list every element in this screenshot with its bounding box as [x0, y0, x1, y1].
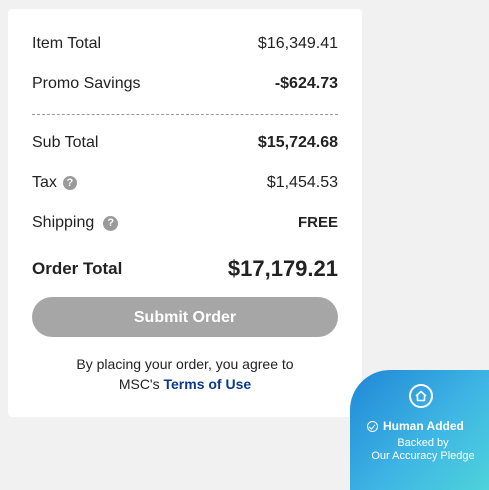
order-total-value: $17,179.21 — [227, 256, 338, 281]
accuracy-pledge-badge[interactable]: Human Added Backed by Our Accuracy Pledg… — [350, 370, 489, 490]
promo-savings-label: Promo Savings — [32, 75, 141, 92]
terms-of-use-link[interactable]: Terms of Use — [164, 376, 252, 392]
tax-label: Tax — [32, 174, 57, 191]
summary-divider — [32, 114, 338, 115]
shipping-value: FREE — [297, 214, 338, 231]
order-total-row: Order Total $17,179.21 — [32, 256, 338, 282]
check-circle-icon — [367, 420, 378, 432]
subtotal-row: Sub Total $15,724.68 — [32, 133, 338, 153]
subtotal-value: $15,724.68 — [257, 134, 338, 151]
terms-agreement-line1: By placing your order, you agree to — [76, 356, 294, 372]
terms-prefix: MSC's — [118, 376, 164, 392]
backed-by-line2: Our Accuracy Pledge — [371, 450, 475, 462]
promo-savings-value: -$624.73 — [274, 75, 338, 92]
tax-help-icon[interactable]: ? — [62, 176, 77, 190]
shipping-row: Shipping ? FREE — [32, 213, 338, 233]
shipping-help-icon[interactable]: ? — [103, 215, 119, 231]
backed-by-text: Backed by Our Accuracy Pledge — [350, 437, 489, 463]
terms-agreement-line2: MSC's Terms of Use — [32, 374, 338, 394]
tax-row: Tax ? $1,454.53 — [32, 173, 338, 193]
order-total-label: Order Total — [32, 259, 123, 278]
subtotal-label: Sub Total — [32, 134, 99, 151]
human-added-text: Human Added — [383, 419, 464, 433]
item-total-label: Item Total — [32, 35, 102, 52]
item-total-row: Item Total $16,349.41 — [32, 34, 338, 54]
tax-value: $1,454.53 — [266, 174, 338, 191]
house-icon — [409, 384, 433, 408]
promo-savings-row: Promo Savings -$624.73 — [32, 74, 338, 94]
backed-by-line1: Backed by — [397, 437, 449, 449]
terms-agreement: By placing your order, you agree to MSC'… — [32, 354, 338, 394]
human-added-label: Human Added — [367, 419, 464, 433]
shipping-label-group: Shipping ? — [32, 213, 119, 233]
order-summary-card: Item Total $16,349.41 Promo Savings -$62… — [8, 9, 362, 417]
item-total-value: $16,349.41 — [257, 35, 338, 52]
tax-label-group: Tax ? — [32, 173, 77, 193]
shipping-label: Shipping — [32, 214, 95, 231]
submit-order-button[interactable]: Submit Order — [32, 297, 338, 337]
